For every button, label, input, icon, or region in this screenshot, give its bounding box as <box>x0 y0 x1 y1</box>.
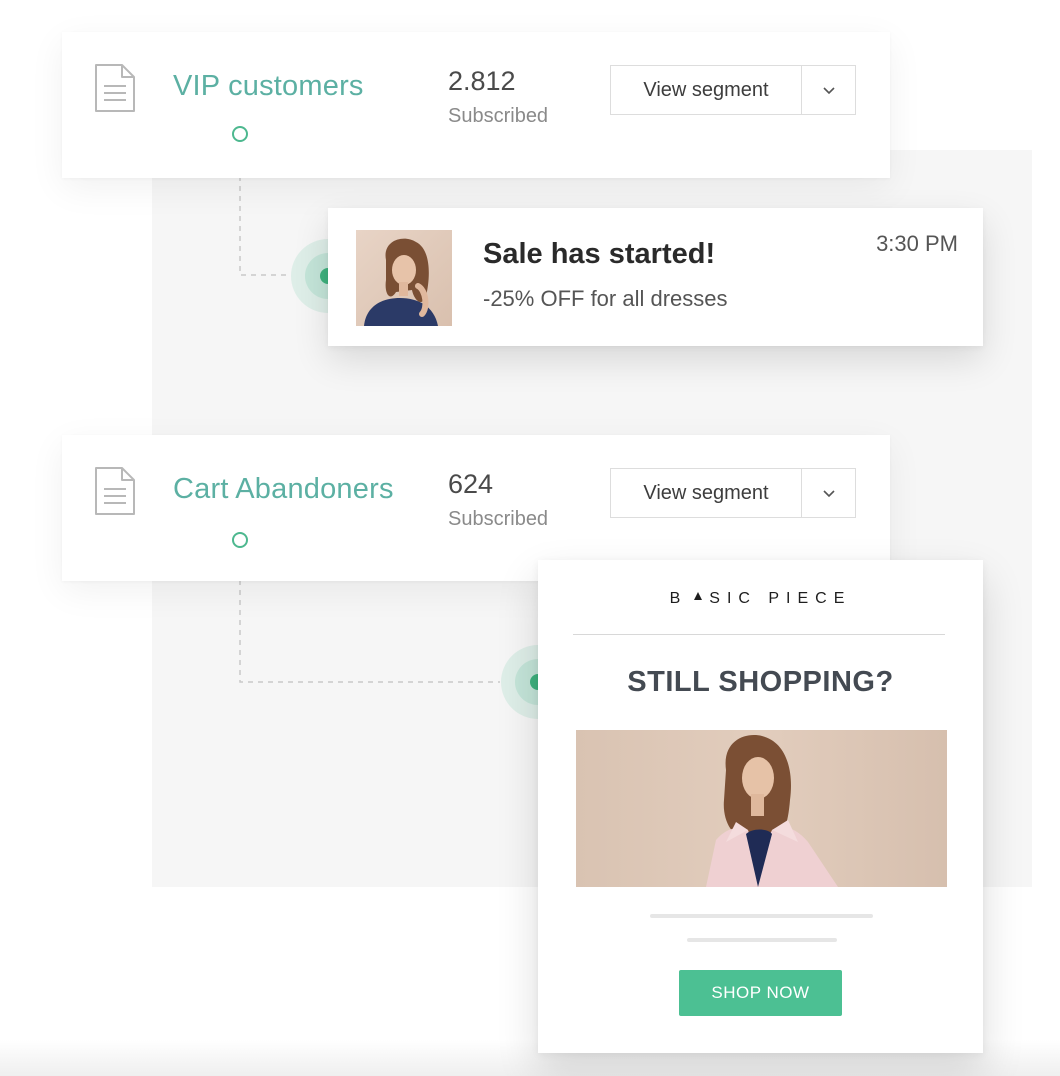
placeholder-text-line <box>650 914 873 918</box>
push-notification-card[interactable]: Sale has started! -25% OFF for all dress… <box>328 208 983 346</box>
connector-start-node <box>232 126 248 142</box>
view-segment-button-group: View segment <box>610 65 856 115</box>
notification-title: Sale has started! <box>483 238 716 270</box>
document-icon <box>95 467 135 515</box>
hero-image <box>576 730 947 887</box>
subscriber-count: 624 <box>448 469 494 499</box>
divider <box>573 634 945 635</box>
notification-body: -25% OFF for all dresses <box>483 286 728 311</box>
subscribed-label: Subscribed <box>448 508 549 530</box>
shop-now-button[interactable]: SHOP NOW <box>679 970 842 1016</box>
segment-card-vip: VIP customers 2.812 Subscribed View segm… <box>62 32 890 178</box>
segment-dropdown-button[interactable] <box>802 469 855 517</box>
segment-dropdown-button[interactable] <box>802 66 855 114</box>
chevron-down-icon <box>822 489 835 497</box>
chevron-down-icon <box>822 86 835 94</box>
subscriber-count: 2.812 <box>448 66 516 96</box>
view-segment-button[interactable]: View segment <box>611 469 802 517</box>
view-segment-button-group: View segment <box>610 468 856 518</box>
product-thumbnail <box>356 230 452 326</box>
view-segment-button[interactable]: View segment <box>611 66 802 114</box>
subscribed-label: Subscribed <box>448 105 549 127</box>
notification-time: 3:30 PM <box>876 231 958 256</box>
email-preview-card: B SIC PIECE STILL SHOPPING? SHOP NOW <box>538 560 983 1053</box>
email-headline: STILL SHOPPING? <box>627 666 894 698</box>
brand-logo: B SIC PIECE <box>669 590 852 607</box>
triangle-logo-icon <box>694 592 703 600</box>
connector-start-node <box>232 532 248 548</box>
segment-name[interactable]: Cart Abandoners <box>173 473 394 506</box>
placeholder-text-line <box>687 938 837 942</box>
document-icon <box>95 64 135 112</box>
segment-name[interactable]: VIP customers <box>173 70 364 103</box>
